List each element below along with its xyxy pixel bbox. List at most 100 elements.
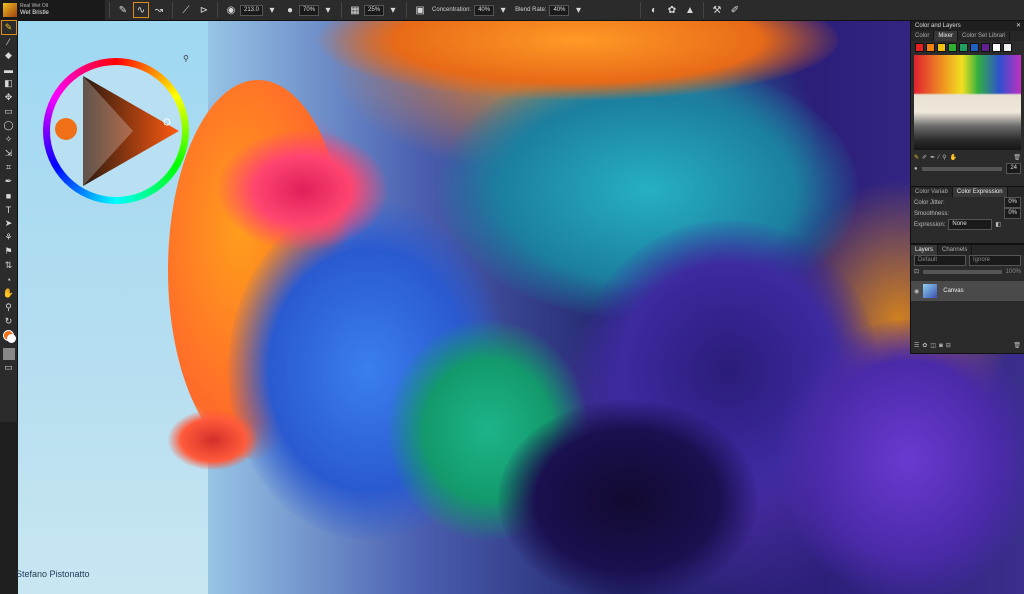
swatch-teal[interactable] [959,42,968,52]
mirror-tool-icon[interactable]: ⇅ [2,259,16,272]
mixer-pad[interactable] [914,55,1021,150]
visibility-eye-icon[interactable]: ◉ [914,288,919,295]
blend-rate-stepper-icon[interactable]: ▾ [571,3,585,17]
sample-color-icon[interactable]: ⁄ [938,155,939,161]
tab-mixer[interactable]: Mixer [934,31,959,41]
brush-tool-icon[interactable]: ✐ [728,3,742,17]
layer-adjuster-tool-icon[interactable]: ✥ [2,91,16,104]
crop-tool-icon[interactable]: ⌗ [2,161,16,174]
layer-opacity-slider[interactable] [923,269,1002,274]
apply-color-icon[interactable]: ✐ [922,154,927,161]
smoothness-field[interactable]: 0% [1004,208,1021,219]
lasso-tool-icon[interactable]: ◯ [2,119,16,132]
reset-icon[interactable]: ▣ [413,3,427,17]
opacity-stepper-icon[interactable]: ▾ [321,3,335,17]
mix-color-icon[interactable]: ✒ [930,154,935,161]
dirty-brush-icon[interactable]: ✎ [914,154,919,161]
painting-canvas[interactable]: ⚲ [18,20,1024,594]
eraser-tool-icon[interactable]: ◧ [2,77,16,90]
tab-channels[interactable]: Channels [938,245,973,255]
composite-depth-select[interactable]: Ignore [969,255,1021,266]
shape-tool-icon[interactable]: ■ [2,189,16,202]
grabber-tool-icon[interactable]: ✋ [2,287,16,300]
neck-dark-area [498,400,758,594]
tab-color-expression[interactable]: Color Expression [952,187,1008,197]
expression-row: Expression: None ◧ [911,219,1024,230]
composite-method-select[interactable]: Default [914,255,966,266]
rotate-page-tool-icon[interactable]: ↻ [2,315,16,328]
opacity-field[interactable]: 70% [299,4,320,16]
delete-layer-icon[interactable]: 🗑 [1013,342,1021,349]
swatch-green[interactable] [948,42,957,52]
gradient-tool-icon[interactable]: ▬ [2,63,16,76]
swatch-orange[interactable] [926,42,935,52]
toolbox: ✎ ⁄ ◆ ▬ ◧ ✥ ▭ ◯ ✧ ⇲ ⌗ ✒ ■ T ➤ ⚘ ⚑ ⇅ ◔ ✋ … [0,20,18,422]
brush-ghost-icon[interactable]: ✎ [116,3,130,17]
swatch-white[interactable] [992,42,1001,52]
straight-line-icon[interactable]: ⊳ [197,3,211,17]
pan-icon[interactable]: ✋ [950,154,957,161]
swatch-purple[interactable] [981,42,990,52]
divine-proportion-tool-icon[interactable]: ◔ [2,273,16,286]
brush-tool-icon[interactable]: ✎ [0,20,17,35]
color-wheel[interactable] [43,58,189,204]
color-swatch-icon[interactable] [2,329,16,345]
palette-icon[interactable]: ◐ [647,3,661,17]
cloner-tool-icon[interactable]: ⚘ [2,231,16,244]
grain-stepper-icon[interactable]: ▾ [386,3,400,17]
paint-bucket-icon[interactable]: ▲ [683,3,697,17]
mixer-size-field[interactable]: 24 [1006,163,1021,174]
shape-select-tool-icon[interactable]: ➤ [2,217,16,230]
concentration-field[interactable]: 40% [474,4,495,16]
magic-wand-tool-icon[interactable]: ✧ [2,133,16,146]
dropper-tool-icon[interactable]: ⁄ [2,35,16,48]
color-jitter-field[interactable]: 0% [1004,197,1021,208]
swatch-red[interactable] [915,42,924,52]
tab-color-set-libraries[interactable]: Color Set Librari [958,31,1011,41]
mixer-icon[interactable]: ✿ [665,3,679,17]
concentration-stepper-icon[interactable]: ▾ [496,3,510,17]
grain-field[interactable]: 25% [364,4,385,16]
new-layer-icon[interactable]: ◫ [930,342,936,349]
tab-color[interactable]: Color [911,31,935,41]
tab-color-variability[interactable]: Color Variab [911,187,953,197]
layer-thumbnail [923,284,938,298]
lock-layer-icon[interactable]: ⊟ [946,342,951,349]
trash-icon[interactable]: 🗑 [1013,154,1021,161]
swatch-blue[interactable] [970,42,979,52]
grain-icon: ▦ [350,4,360,16]
invert-icon[interactable]: ◧ [995,221,1001,228]
freehand-icon[interactable]: ⟋ [179,3,193,17]
pen-tool-icon[interactable]: ✒ [2,175,16,188]
swatch-yellow[interactable] [937,42,946,52]
paper-swatch-icon[interactable] [2,348,15,360]
swatch-light[interactable] [1003,42,1012,52]
size-stepper-icon[interactable]: ▾ [265,3,279,17]
text-tool-icon[interactable]: T [2,203,16,216]
brush-variant: Wet Bristle [20,10,49,16]
lock-icon[interactable]: ⊡ [914,268,919,275]
zoom-icon[interactable]: ⚲ [942,154,946,161]
separator [640,2,641,18]
color-jitter-label: Color Jitter: [914,199,945,206]
transform-tool-icon[interactable]: ⇲ [2,147,16,160]
stroke-type-icon[interactable]: ∿ [133,2,149,18]
layer-commands-icon[interactable]: ☰ [914,342,919,349]
brush-library-icon[interactable]: ⚒ [710,3,724,17]
brush-selector[interactable]: Real Wet Oil Wet Bristle [0,0,105,20]
size-field[interactable]: 213.0 [240,4,264,16]
line-icon[interactable]: ↝ [152,3,166,17]
blend-rate-field[interactable]: 40% [549,4,570,16]
rubber-stamp-tool-icon[interactable]: ⚑ [2,245,16,258]
magnifier-tool-icon[interactable]: ⚲ [2,301,16,314]
close-icon[interactable]: ✕ [1016,21,1021,31]
expression-select[interactable]: None [948,219,993,230]
tab-layers[interactable]: Layers [911,245,939,255]
mask-icon[interactable]: ◙ [939,343,943,349]
screen-mode-icon[interactable]: ▭ [2,361,16,374]
layer-item[interactable]: ◉ Canvas [911,281,1024,301]
mixer-size-slider[interactable] [921,166,1003,171]
paint-bucket-tool-icon[interactable]: ◆ [2,49,16,62]
dynamic-plugins-icon[interactable]: ✿ [922,342,927,349]
rect-select-tool-icon[interactable]: ▭ [2,105,16,118]
